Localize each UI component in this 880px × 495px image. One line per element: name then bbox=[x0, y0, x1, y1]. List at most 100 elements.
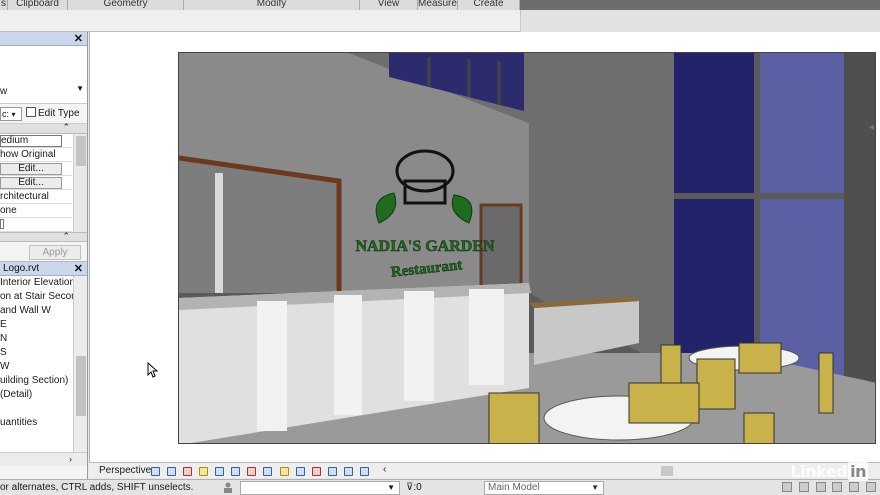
property-value: edium bbox=[0, 135, 62, 147]
property-vg-overrides[interactable]: Edit... bbox=[0, 162, 72, 176]
detail-level-icon[interactable] bbox=[167, 466, 177, 476]
ribbon-panel-select[interactable]: s bbox=[0, 0, 8, 10]
browser-item[interactable]: E bbox=[0, 318, 74, 332]
browser-item[interactable]: on at Stair Second bbox=[0, 290, 74, 304]
apply-row: Apply bbox=[0, 242, 87, 262]
editable-only-count[interactable]: ⊽:0 bbox=[406, 482, 422, 493]
browser-item[interactable] bbox=[0, 402, 74, 416]
browser-item[interactable]: uilding Section) bbox=[0, 374, 74, 388]
collapse-icon[interactable]: ⌃ bbox=[62, 231, 70, 242]
chevron-right-icon[interactable]: › bbox=[69, 454, 72, 464]
watermark-in: in bbox=[848, 462, 868, 481]
status-message: or alternates, CTRL adds, SHIFT unselect… bbox=[0, 482, 194, 493]
property-graphic-display[interactable]: Edit... bbox=[0, 176, 72, 190]
type-selector[interactable]: w ▼ bbox=[0, 46, 87, 104]
lock-view-icon[interactable] bbox=[279, 466, 289, 476]
reveal-hidden-icon[interactable] bbox=[311, 466, 321, 476]
chevron-down-icon[interactable]: ▼ bbox=[76, 84, 84, 93]
chevron-down-icon: ▼ bbox=[591, 483, 599, 492]
close-icon[interactable]: ✕ bbox=[74, 262, 83, 276]
property-phase-filter[interactable]: one bbox=[0, 204, 72, 218]
revit-window: s Clipboard Geometry Modify View Measure… bbox=[0, 0, 880, 495]
temporary-hide-icon[interactable] bbox=[295, 466, 305, 476]
edit-type-icon bbox=[26, 107, 36, 117]
instance-filter-dropdown[interactable]: c: ▾ bbox=[0, 107, 22, 121]
select-links-icon[interactable] bbox=[782, 482, 793, 493]
ribbon-panel-clipboard[interactable]: Clipboard bbox=[8, 0, 68, 10]
ribbon-panel-create[interactable]: Create bbox=[458, 0, 520, 10]
edit-button[interactable]: Edit... bbox=[0, 177, 62, 189]
selection-count: :0 bbox=[413, 482, 422, 493]
model-label: Main Model bbox=[488, 482, 540, 493]
shadows-icon[interactable] bbox=[215, 466, 225, 476]
property-value: rchitectural bbox=[0, 191, 49, 202]
properties-header: ✕ bbox=[0, 32, 87, 46]
project-browser: Interior Elevation on at Stair Second an… bbox=[0, 276, 87, 466]
view-cube-arrow-icon[interactable]: ◂ bbox=[869, 122, 874, 133]
worksets-icon[interactable] bbox=[222, 482, 234, 493]
edit-button[interactable]: Edit... bbox=[0, 163, 62, 175]
ribbon-panel-view[interactable]: View bbox=[360, 0, 418, 10]
browser-item[interactable]: W bbox=[0, 360, 74, 374]
ribbon-panel-measure[interactable]: Measure bbox=[418, 0, 458, 10]
collapse-icon[interactable]: ⌃ bbox=[62, 122, 70, 133]
property-empty[interactable] bbox=[0, 218, 72, 232]
ribbon-panel-geometry[interactable]: Geometry bbox=[68, 0, 184, 10]
worksharing-icon[interactable] bbox=[327, 466, 337, 476]
highlight-displacement-icon[interactable] bbox=[359, 466, 369, 476]
visual-style-icon[interactable] bbox=[183, 466, 193, 476]
analytical-model-icon[interactable] bbox=[343, 466, 353, 476]
drag-elements-icon[interactable] bbox=[849, 482, 860, 493]
sun-path-icon[interactable] bbox=[199, 466, 209, 476]
ribbon-panel-modify[interactable]: Modify bbox=[184, 0, 360, 10]
browser-item[interactable]: N bbox=[0, 332, 74, 346]
property-discipline[interactable]: rchitectural bbox=[0, 190, 72, 204]
filter-select-icon[interactable] bbox=[866, 482, 876, 493]
chevron-down-icon: ▾ bbox=[11, 110, 16, 119]
project-browser-header: Logo.rvt ✕ bbox=[0, 262, 87, 276]
browser-hscrollbar[interactable]: › bbox=[0, 452, 87, 466]
property-value: how Original bbox=[0, 149, 56, 160]
edit-type-button[interactable]: Edit Type bbox=[26, 107, 80, 121]
instance-filter-value: c: bbox=[2, 109, 10, 119]
render-icon[interactable] bbox=[231, 466, 241, 476]
instance-selector-row: c: ▾ Edit Type bbox=[0, 104, 87, 124]
status-bar: or alternates, CTRL adds, SHIFT unselect… bbox=[0, 479, 880, 495]
chevron-down-icon: ▼ bbox=[387, 483, 395, 492]
browser-item[interactable]: Interior Elevation bbox=[0, 276, 74, 290]
scroll-thumb[interactable] bbox=[76, 356, 86, 416]
workset-dropdown[interactable]: ▼ bbox=[240, 481, 400, 495]
browser-item[interactable]: (Detail) bbox=[0, 388, 74, 402]
chevron-left-icon[interactable]: ‹ bbox=[383, 464, 386, 475]
options-bar bbox=[0, 10, 880, 32]
scroll-thumb[interactable] bbox=[76, 136, 86, 166]
select-underlay-icon[interactable] bbox=[798, 482, 809, 493]
close-icon[interactable]: ✕ bbox=[74, 32, 83, 46]
project-browser-title: Logo.rvt bbox=[3, 263, 40, 274]
browser-item[interactable]: S bbox=[0, 346, 74, 360]
view-control-icons bbox=[151, 465, 373, 477]
property-detail-level[interactable]: edium bbox=[0, 134, 72, 148]
design-option-dropdown[interactable]: Main Model ▼ bbox=[484, 481, 604, 495]
properties-group-header[interactable]: ⌃ bbox=[0, 122, 87, 134]
property-parts-visibility[interactable]: how Original bbox=[0, 148, 72, 162]
crop-view-icon[interactable] bbox=[247, 466, 257, 476]
properties-scrollbar[interactable] bbox=[73, 134, 87, 232]
scale-icon[interactable] bbox=[151, 466, 160, 476]
drawing-area[interactable]: NADIA'S GARDEN Restaurant ◂ bbox=[89, 32, 880, 462]
watermark-text: Linked bbox=[790, 462, 848, 481]
browser-scrollbar[interactable] bbox=[73, 276, 87, 452]
browser-item[interactable]: uantities bbox=[0, 416, 74, 430]
browser-item[interactable]: and Wall W bbox=[0, 304, 74, 318]
perspective-view[interactable]: NADIA'S GARDEN Restaurant bbox=[178, 52, 876, 444]
apply-button[interactable]: Apply bbox=[29, 245, 81, 260]
select-by-face-icon[interactable] bbox=[832, 482, 843, 493]
properties-section-header[interactable]: ⌃ bbox=[0, 231, 87, 242]
checkbox[interactable] bbox=[0, 219, 4, 229]
view-hscroll-thumb[interactable] bbox=[661, 466, 673, 476]
select-pinned-icon[interactable] bbox=[815, 482, 826, 493]
show-crop-icon[interactable] bbox=[263, 466, 273, 476]
properties-table: ⌃ edium how Original Edit... Edit... rch… bbox=[0, 122, 87, 232]
view-mode-label: Perspective bbox=[99, 465, 152, 476]
view-control-bar: Perspective ‹ bbox=[89, 462, 880, 478]
